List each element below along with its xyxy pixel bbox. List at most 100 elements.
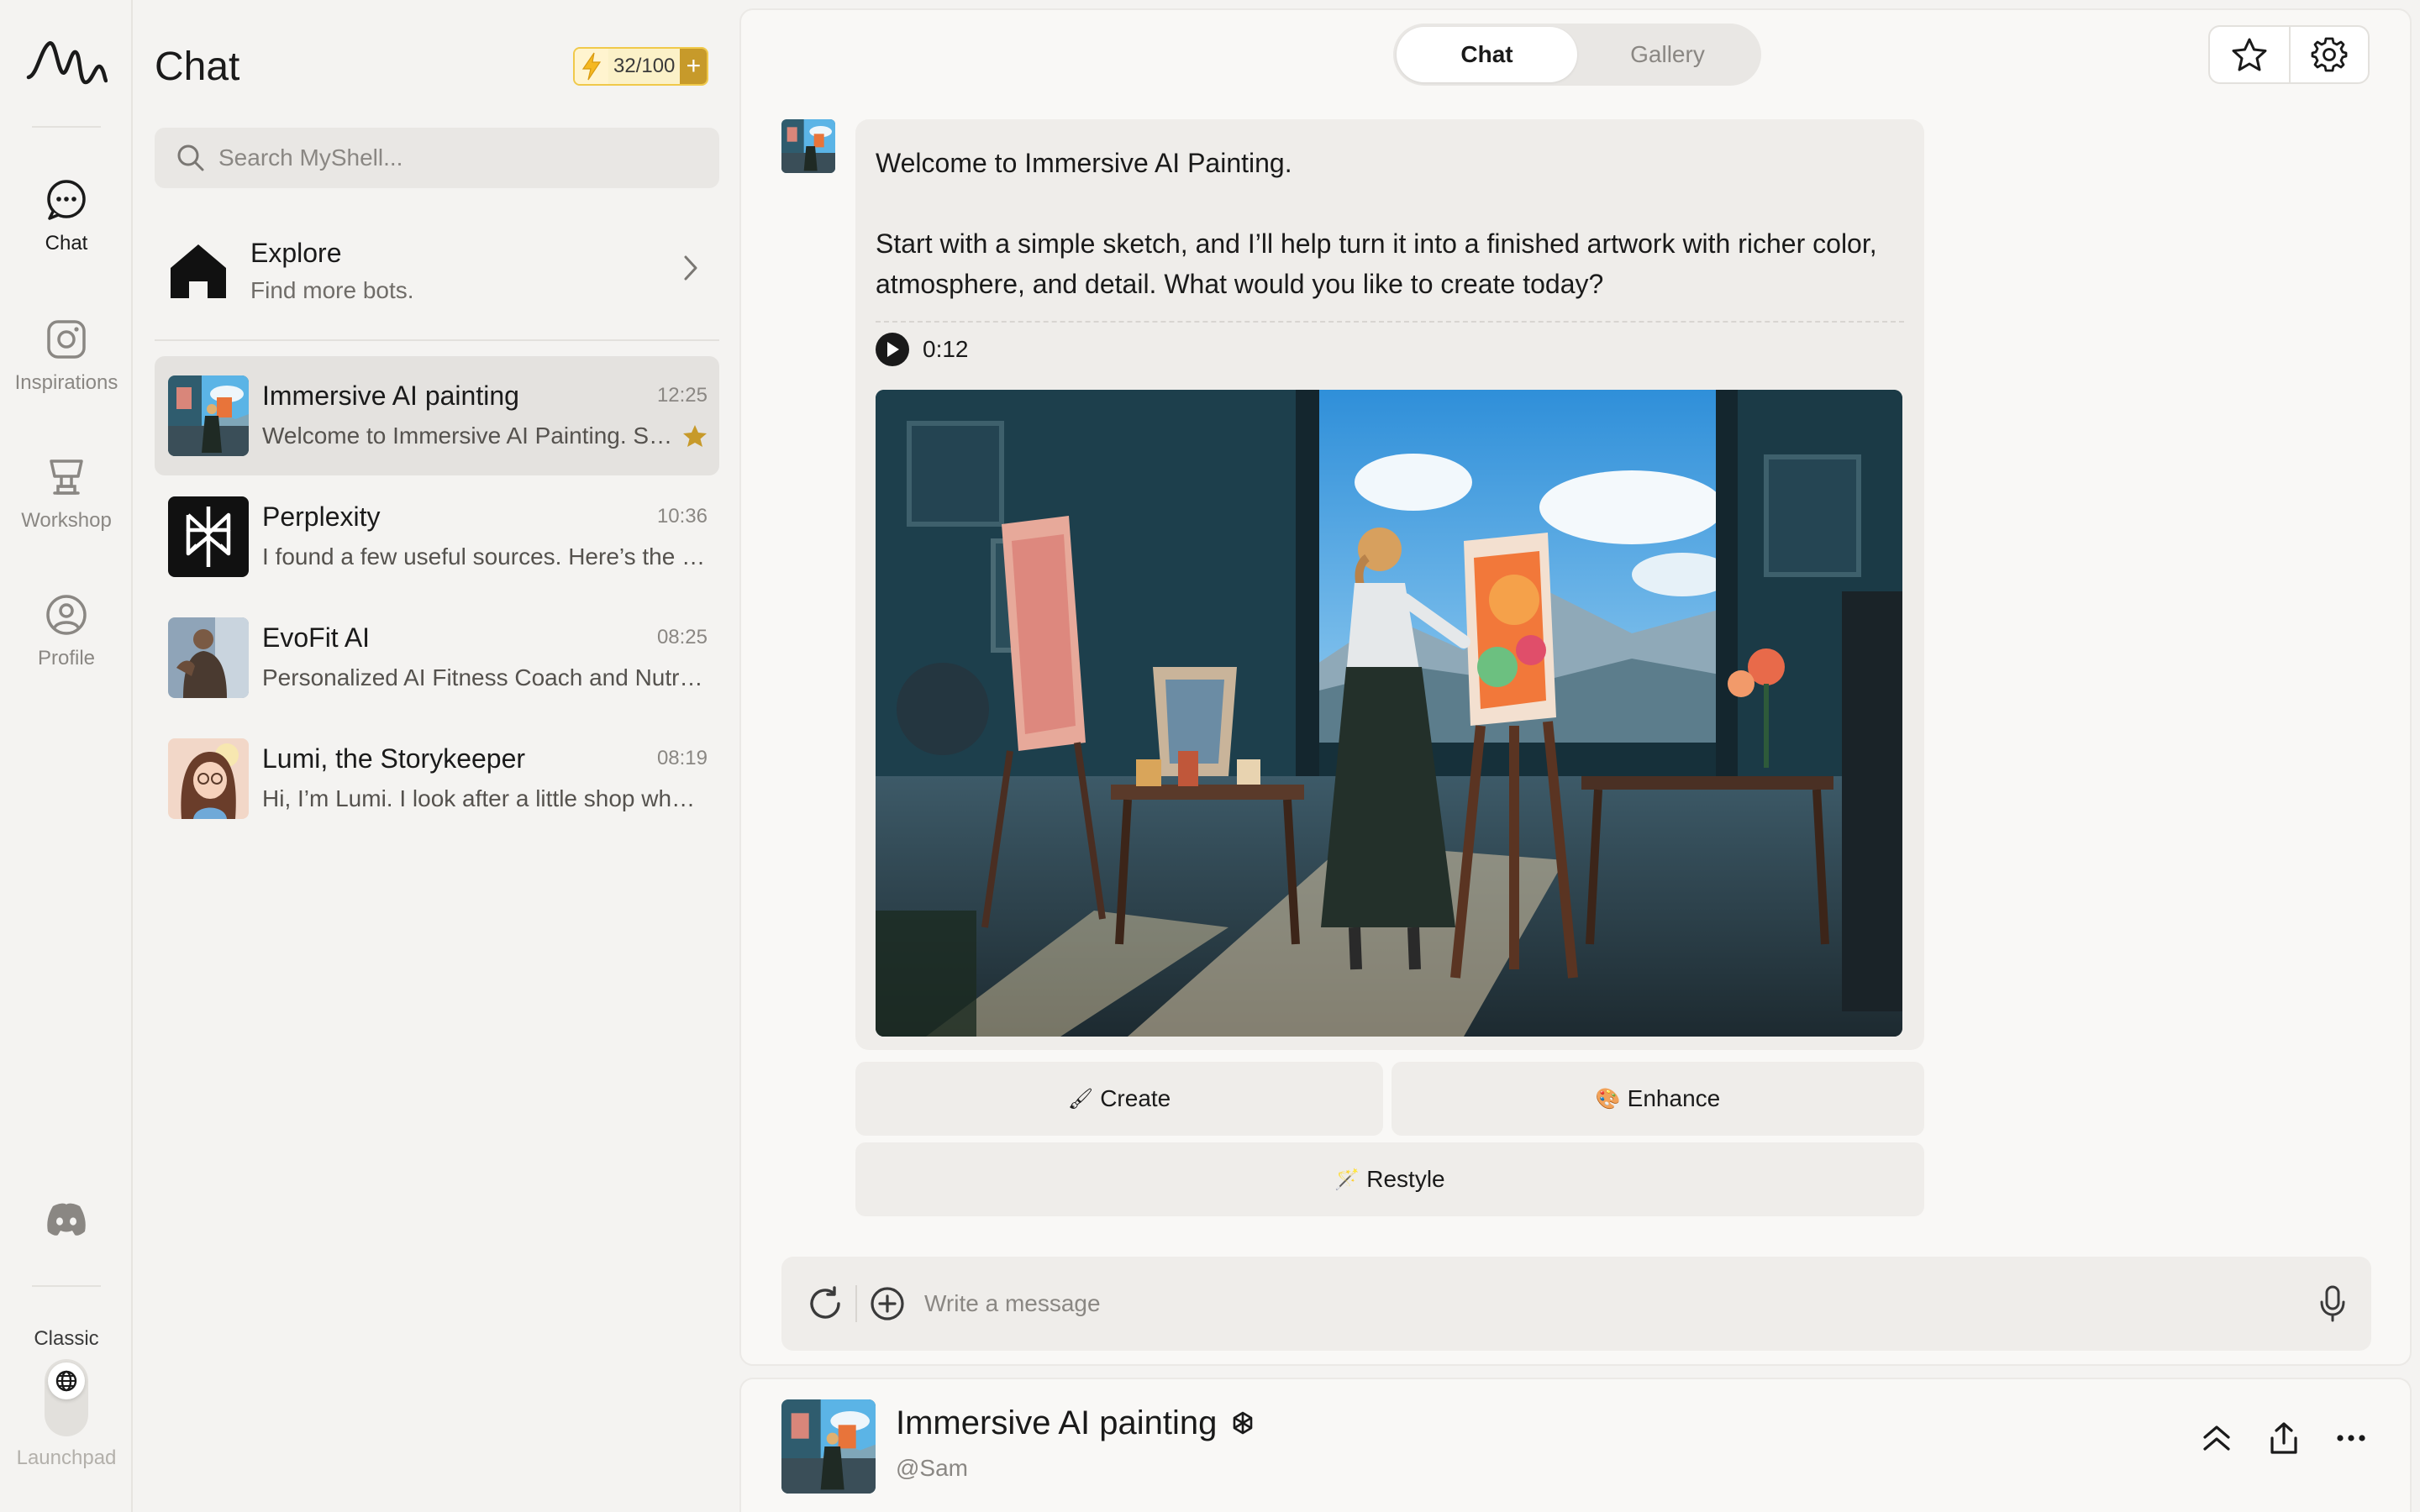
restyle-label: Restyle: [1366, 1166, 1445, 1192]
credits-badge[interactable]: 32/100 +: [573, 47, 709, 86]
favorite-button[interactable]: [2210, 27, 2289, 82]
myshell-logo-icon[interactable]: [25, 34, 108, 92]
search-input[interactable]: [218, 144, 689, 171]
message-text: Welcome to Immersive AI Painting. Start …: [876, 143, 1884, 304]
home-icon: [158, 230, 239, 311]
chat-list-panel: Chat 32/100 + Explore Find more bots.: [134, 0, 729, 1512]
star-outline-icon: [2231, 37, 2268, 72]
chat-list-item[interactable]: Immersive AI painting 12:25 Welcome to I…: [155, 356, 719, 475]
lightning-icon: [575, 49, 608, 84]
bot-name: Immersive AI painting: [896, 1404, 1257, 1442]
create-label: Create: [1100, 1085, 1171, 1111]
classic-label: Classic: [34, 1327, 99, 1350]
restyle-button[interactable]: 🪄 Restyle: [855, 1142, 1924, 1216]
explore-subtitle: Find more bots.: [250, 276, 414, 303]
rail-item-label: Profile: [37, 647, 96, 669]
rail-item-inspirations[interactable]: Inspirations: [0, 316, 133, 395]
chat-preview: Welcome to Immersive AI Painting. Start …: [262, 423, 674, 449]
message-composer: [781, 1257, 2371, 1351]
chat-panel: Chat Gallery Welcome to Immersive AI Pai…: [739, 8, 2412, 1366]
share-button[interactable]: [2267, 1421, 2301, 1455]
chat-time: 08:25: [656, 626, 708, 648]
bot-avatar[interactable]: [781, 1399, 876, 1494]
play-icon[interactable]: [876, 333, 909, 366]
more-horizontal-icon: [2336, 1434, 2366, 1442]
chat-preview: Hi, I’m Lumi. I look after a little shop…: [262, 785, 708, 811]
chat-name: Perplexity: [262, 501, 381, 532]
microphone-icon[interactable]: [2319, 1285, 2346, 1322]
search-icon: [176, 144, 205, 172]
chat-list-item[interactable]: Lumi, the Storykeeper 08:19 Hi, I’m Lumi…: [155, 719, 719, 838]
chat-time: 08:19: [656, 747, 708, 769]
chat-bubble-icon: [43, 176, 90, 223]
chat-name: Immersive AI painting: [262, 381, 519, 411]
rail-divider: [32, 1285, 101, 1287]
tab-chat[interactable]: Chat: [1397, 27, 1577, 82]
bot-message-bubble: Welcome to Immersive AI Painting. Start …: [855, 119, 1924, 1050]
share-icon: [2269, 1421, 2299, 1455]
chevrons-up-icon: [2202, 1424, 2232, 1452]
explore-link[interactable]: Explore Find more bots.: [155, 215, 719, 326]
bot-avatar: [168, 375, 249, 456]
message-divider: [876, 321, 1904, 323]
composer-divider: [855, 1285, 857, 1322]
rail-item-profile[interactable]: Profile: [0, 591, 133, 670]
audio-player[interactable]: 0:12: [876, 333, 969, 366]
bot-handle: @Sam: [896, 1455, 968, 1481]
rail-item-workshop[interactable]: Workshop: [0, 454, 133, 533]
bot-name-text: Immersive AI painting: [896, 1404, 1218, 1441]
instagram-icon: [43, 316, 90, 363]
openai-icon: [1234, 1411, 1253, 1434]
header-tools: [2208, 25, 2370, 84]
view-switcher: Chat Gallery: [1393, 24, 1761, 86]
bot-avatar: [168, 496, 249, 577]
rail-item-label: Inspirations: [14, 371, 118, 394]
more-options-button[interactable]: [2334, 1421, 2368, 1455]
bot-avatar: [168, 617, 249, 698]
chat-preview: I found a few useful sources. Here’s the…: [262, 543, 708, 570]
chat-time: 12:25: [656, 384, 708, 407]
classic-launchpad-toggle[interactable]: [45, 1359, 88, 1436]
chat-name: Lumi, the Storykeeper: [262, 743, 526, 774]
rail-item-label: Chat: [45, 232, 88, 255]
list-divider: [155, 339, 719, 341]
launchpad-label: Launchpad: [16, 1446, 117, 1469]
left-rail: Chat Inspirations Workshop Profile Class…: [0, 0, 133, 1512]
chevron-right-icon: [682, 254, 699, 282]
add-attachment-icon[interactable]: [869, 1285, 906, 1322]
paintbrush-icon: 🖌: [1067, 1087, 1094, 1110]
enhance-label: Enhance: [1627, 1085, 1721, 1111]
page-title: Chat: [155, 45, 240, 89]
explore-title: Explore: [250, 237, 342, 268]
tab-gallery[interactable]: Gallery: [1577, 27, 1758, 82]
message-input[interactable]: [924, 1290, 2269, 1317]
chat-time: 10:36: [656, 505, 708, 528]
gear-icon: [2311, 36, 2348, 73]
chat-list-item[interactable]: EvoFit AI 08:25 Personalized AI Fitness …: [155, 598, 719, 717]
expand-up-button[interactable]: [2200, 1421, 2233, 1455]
globe-icon: [48, 1362, 85, 1399]
user-circle-icon: [43, 591, 90, 638]
enhance-button[interactable]: 🎨 Enhance: [1392, 1062, 1924, 1136]
credits-count: 32/100: [613, 55, 676, 77]
refresh-icon[interactable]: [807, 1285, 844, 1322]
rail-item-label: Workshop: [21, 509, 112, 532]
chat-preview: Personalized AI Fitness Coach and Nutrit…: [262, 664, 708, 690]
add-credits-button[interactable]: +: [680, 49, 708, 84]
chat-list-item[interactable]: Perplexity 10:36 I found a few useful so…: [155, 477, 719, 596]
chat-name: EvoFit AI: [262, 622, 371, 653]
bot-avatar: [168, 738, 249, 819]
settings-button[interactable]: [2289, 27, 2368, 82]
search-bar[interactable]: [155, 128, 719, 188]
generated-painting-image[interactable]: [876, 390, 1902, 1037]
rail-item-chat[interactable]: Chat: [0, 176, 133, 255]
message-paragraph: Start with a simple sketch, and I’ll hel…: [876, 228, 1877, 299]
create-button[interactable]: 🖌 Create: [855, 1062, 1383, 1136]
bot-avatar: [781, 119, 835, 173]
discord-icon[interactable]: [43, 1200, 90, 1240]
bot-info-bar: Immersive AI painting @Sam: [739, 1378, 2412, 1512]
audio-duration: 0:12: [923, 336, 969, 362]
magic-wand-icon: 🪄: [1334, 1168, 1360, 1191]
palette-icon: 🎨: [1595, 1087, 1621, 1110]
trophy-icon: [43, 454, 90, 501]
